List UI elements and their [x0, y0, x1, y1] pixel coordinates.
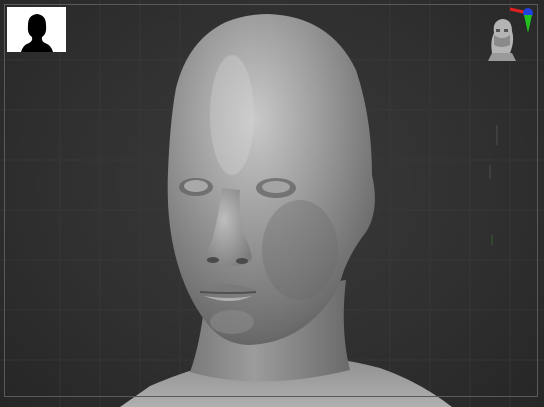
3d-viewport[interactable] — [0, 0, 544, 407]
head-silhouette-icon — [21, 14, 53, 52]
silhouette-thumbnail[interactable] — [7, 7, 66, 52]
navigation-gizmo[interactable] — [484, 5, 540, 67]
model-cheek-shadow — [262, 200, 338, 300]
sculpted-head-model[interactable] — [0, 0, 544, 407]
navigation-cube-head-icon — [488, 7, 533, 61]
